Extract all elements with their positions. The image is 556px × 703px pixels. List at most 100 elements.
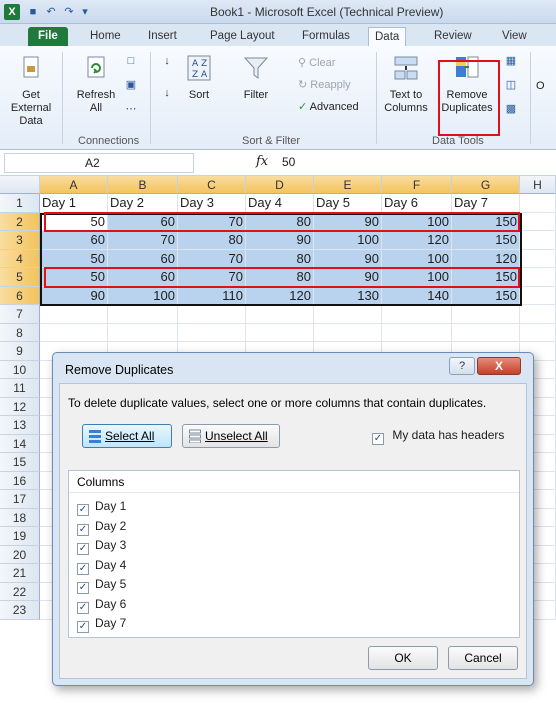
name-box[interactable]: A2 — [4, 153, 194, 173]
cell-h8[interactable] — [520, 323, 556, 342]
tab-data[interactable]: Data — [368, 27, 407, 46]
cell-h5[interactable] — [520, 268, 556, 287]
cell-e7[interactable] — [314, 305, 382, 324]
cell-a8[interactable] — [40, 323, 108, 342]
row-header-18[interactable]: 18 — [0, 508, 40, 527]
column-header-f[interactable]: F — [382, 176, 452, 194]
cell-d7[interactable] — [246, 305, 314, 324]
save-icon[interactable]: ■ — [26, 5, 40, 19]
cell-b7[interactable] — [108, 305, 178, 324]
advanced-button[interactable]: ✓ Advanced — [298, 100, 359, 113]
row-header-9[interactable]: 9 — [0, 342, 40, 361]
cell-g8[interactable] — [452, 323, 520, 342]
redo-icon[interactable]: ↷ — [62, 5, 76, 19]
tab-insert[interactable]: Insert — [142, 27, 183, 46]
sort-z-a-icon[interactable]: ↓ — [160, 86, 174, 100]
cell-h2[interactable] — [520, 212, 556, 231]
row-header-13[interactable]: 13 — [0, 416, 40, 435]
undo-icon[interactable]: ↶ — [44, 5, 58, 19]
help-button[interactable]: ? — [449, 357, 475, 375]
column-checkbox-2[interactable]: ✓ Day 2 — [77, 519, 126, 536]
reapply-button[interactable]: ↻ Reapply — [298, 78, 351, 91]
data-validation-icon[interactable]: ▦ — [504, 54, 518, 68]
close-button[interactable]: X — [477, 357, 521, 375]
cell-h6[interactable] — [520, 286, 556, 305]
row-header-4[interactable]: 4 — [0, 249, 40, 268]
column-header-g[interactable]: G — [452, 176, 520, 194]
clear-button[interactable]: ⚲ Clear — [298, 56, 335, 69]
cell-e8[interactable] — [314, 323, 382, 342]
cancel-button[interactable]: Cancel — [448, 646, 518, 670]
column-header-c[interactable]: C — [178, 176, 246, 194]
cell-f1[interactable]: Day 6 — [382, 194, 452, 213]
cell-d1[interactable]: Day 4 — [246, 194, 314, 213]
insert-function-icon[interactable]: fx — [256, 154, 268, 169]
row-header-10[interactable]: 10 — [0, 360, 40, 379]
row-header-19[interactable]: 19 — [0, 527, 40, 546]
tab-review[interactable]: Review — [428, 27, 478, 46]
cell-h4[interactable] — [520, 249, 556, 268]
cell-c7[interactable] — [178, 305, 246, 324]
row-header-12[interactable]: 12 — [0, 397, 40, 416]
row-header-22[interactable]: 22 — [0, 582, 40, 601]
cell-a1[interactable]: Day 1 — [40, 194, 108, 213]
sort-a-z-icon[interactable]: ↓ — [160, 54, 174, 68]
cell-b1[interactable]: Day 2 — [108, 194, 178, 213]
row-header-16[interactable]: 16 — [0, 471, 40, 490]
cell-g1[interactable]: Day 7 — [452, 194, 520, 213]
formula-input[interactable]: 50 — [282, 155, 295, 169]
tab-view[interactable]: View — [496, 27, 533, 46]
connections-icon[interactable]: □ — [124, 54, 138, 68]
cell-a7[interactable] — [40, 305, 108, 324]
row-header-6[interactable]: 6 — [0, 286, 40, 305]
what-if-analysis-icon[interactable]: ▩ — [504, 102, 518, 116]
cell-f8[interactable] — [382, 323, 452, 342]
row-header-11[interactable]: 11 — [0, 379, 40, 398]
column-header-h[interactable]: H — [520, 176, 556, 194]
cell-f7[interactable] — [382, 305, 452, 324]
column-header-d[interactable]: D — [246, 176, 314, 194]
row-header-23[interactable]: 23 — [0, 601, 40, 620]
tab-formulas[interactable]: Formulas — [296, 27, 356, 46]
select-all-button[interactable]: Select All — [82, 424, 172, 448]
cell-c8[interactable] — [178, 323, 246, 342]
tab-page-layout[interactable]: Page Layout — [204, 27, 281, 46]
refresh-all-button[interactable]: Refresh All — [70, 54, 122, 115]
properties-icon[interactable]: ▣ — [124, 78, 138, 92]
cell-h1[interactable] — [520, 194, 556, 213]
cell-g7[interactable] — [452, 305, 520, 324]
text-to-columns-button[interactable]: Text to Columns — [382, 54, 430, 115]
row-header-14[interactable]: 14 — [0, 434, 40, 453]
tab-file[interactable]: File — [28, 27, 68, 46]
row-header-2[interactable]: 2 — [0, 212, 40, 231]
row-header-21[interactable]: 21 — [0, 564, 40, 583]
row-header-20[interactable]: 20 — [0, 545, 40, 564]
row-header-15[interactable]: 15 — [0, 453, 40, 472]
outline-button-partial[interactable]: O — [536, 80, 545, 92]
row-header-8[interactable]: 8 — [0, 323, 40, 342]
get-external-data-button[interactable]: Get External Data — [2, 54, 60, 128]
column-header-a[interactable]: A — [40, 176, 108, 194]
select-all-corner[interactable] — [0, 176, 40, 194]
tab-home[interactable]: Home — [84, 27, 127, 46]
column-checkbox-5[interactable]: ✓ Day 5 — [77, 577, 126, 594]
cell-d8[interactable] — [246, 323, 314, 342]
column-header-b[interactable]: B — [108, 176, 178, 194]
column-header-e[interactable]: E — [314, 176, 382, 194]
column-checkbox-1[interactable]: ✓ Day 1 — [77, 499, 126, 516]
sort-button[interactable]: A Z Z A Sort — [182, 54, 216, 102]
cell-c1[interactable]: Day 3 — [178, 194, 246, 213]
cell-b8[interactable] — [108, 323, 178, 342]
row-header-3[interactable]: 3 — [0, 231, 40, 250]
filter-button[interactable]: Filter — [236, 54, 276, 102]
excel-app-icon[interactable]: X — [4, 4, 20, 20]
cell-h3[interactable] — [520, 231, 556, 250]
cell-e1[interactable]: Day 5 — [314, 194, 382, 213]
my-data-has-headers-checkbox[interactable]: ✓ My data has headers — [372, 428, 504, 445]
row-header-1[interactable]: 1 — [0, 194, 40, 213]
unselect-all-button[interactable]: Unselect All — [182, 424, 280, 448]
column-checkbox-4[interactable]: ✓ Day 4 — [77, 558, 126, 575]
row-header-17[interactable]: 17 — [0, 490, 40, 509]
consolidate-icon[interactable]: ◫ — [504, 78, 518, 92]
ok-button[interactable]: OK — [368, 646, 438, 670]
